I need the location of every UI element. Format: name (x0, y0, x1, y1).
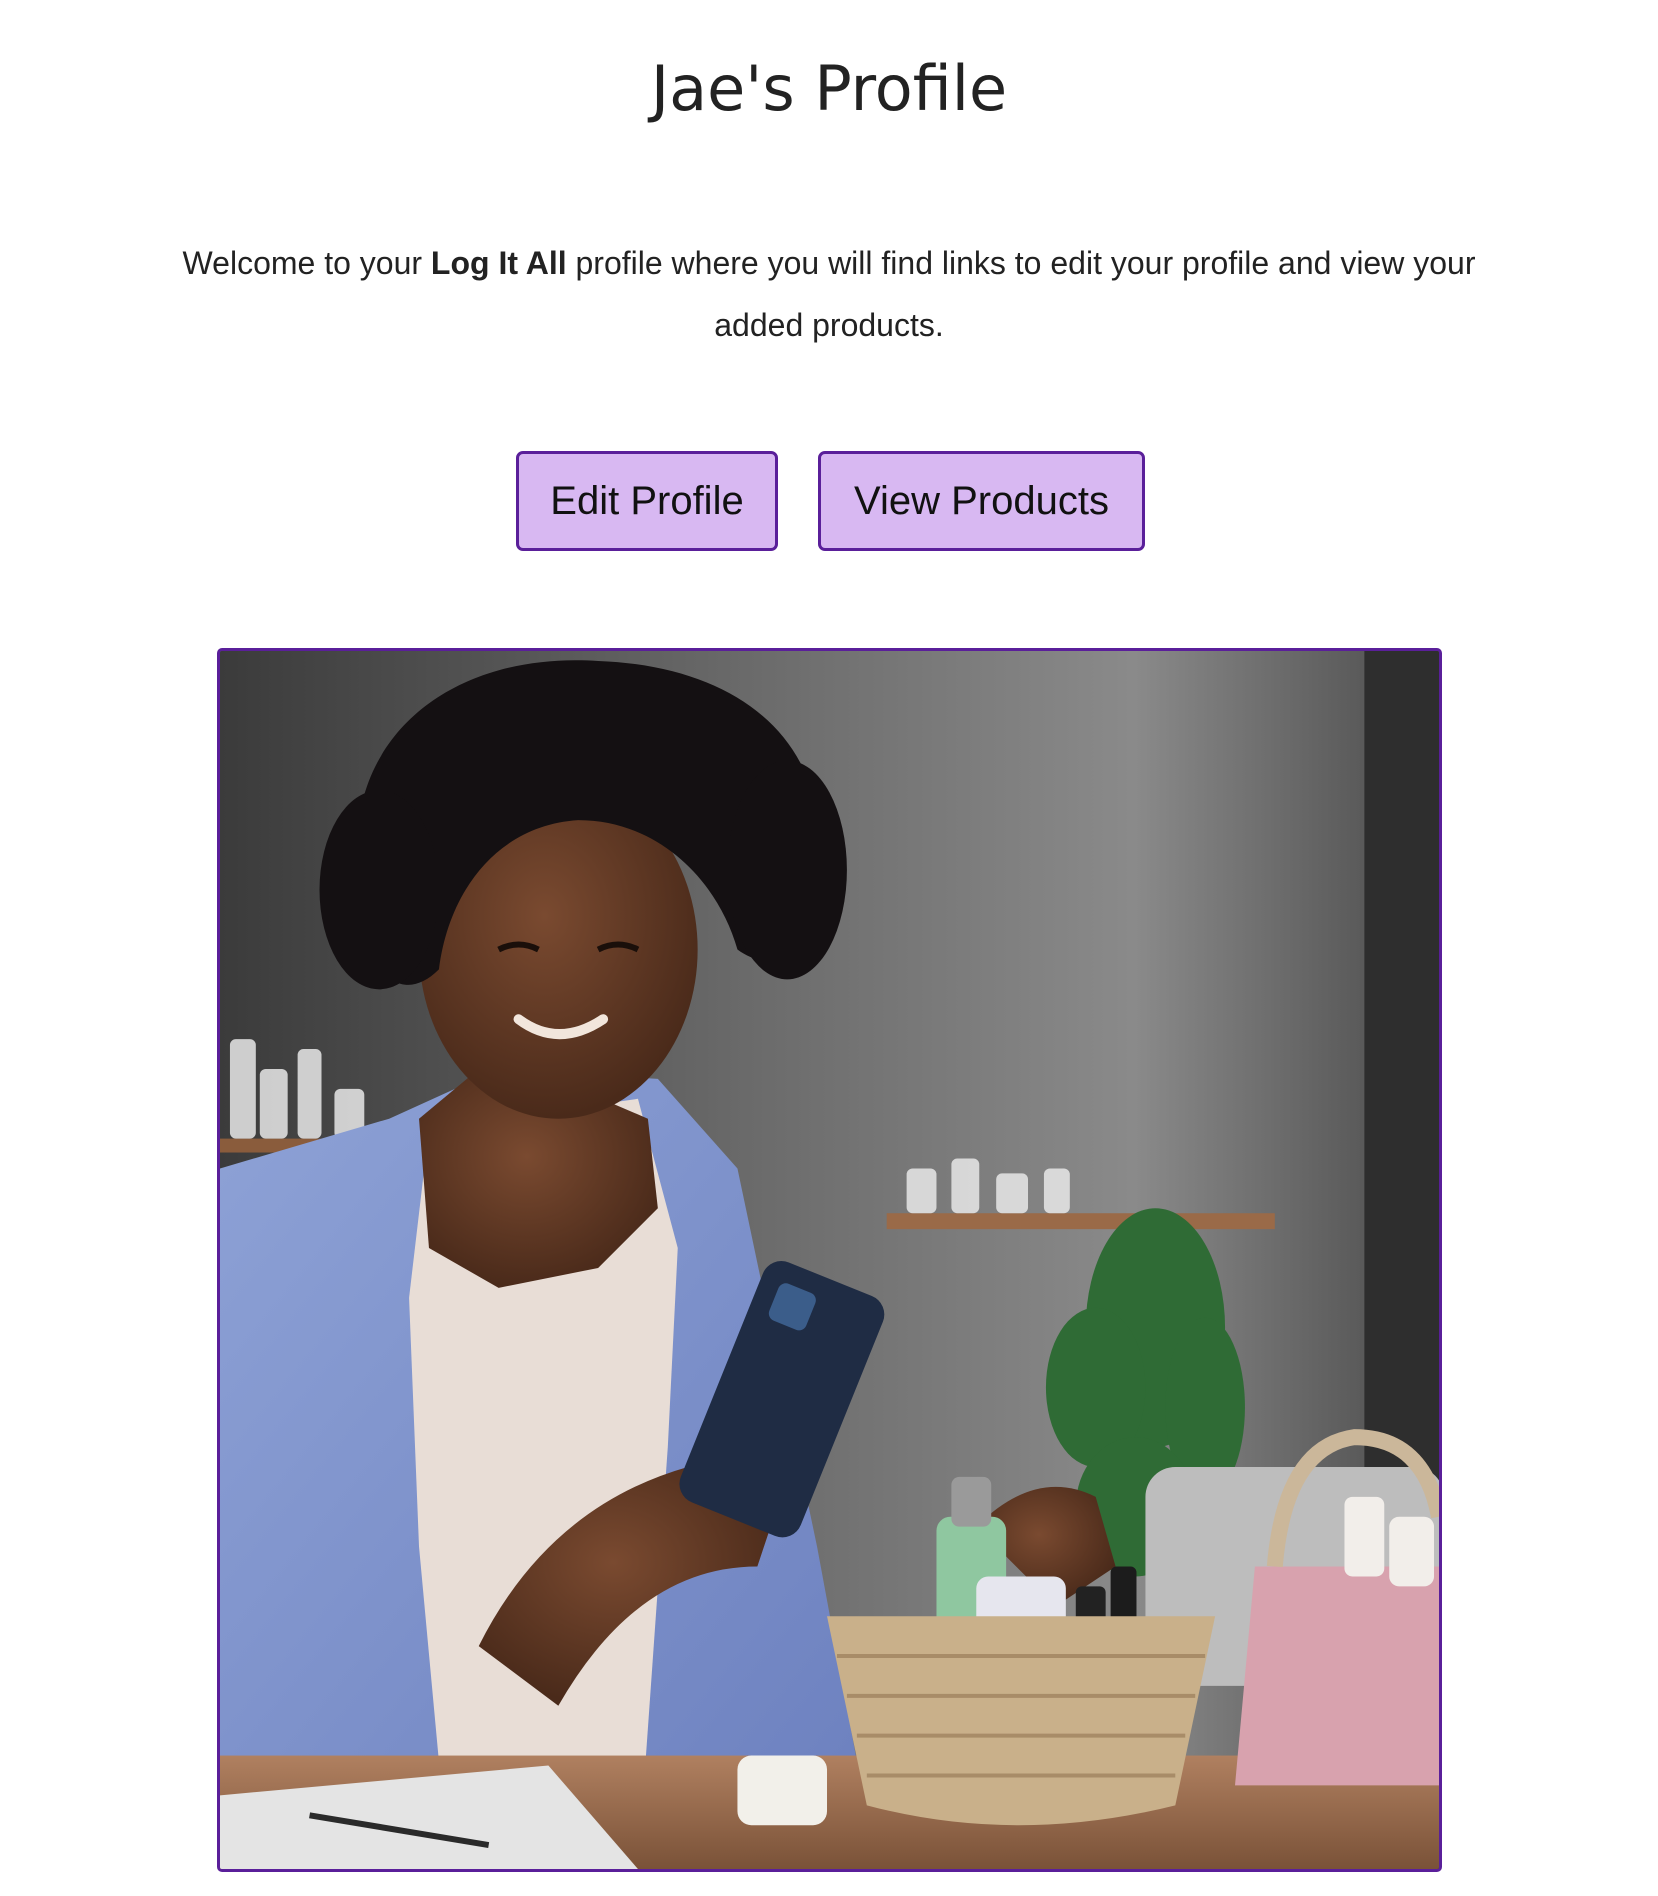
intro-brand: Log It All (430, 245, 567, 281)
hero-illustration (220, 651, 1439, 1869)
view-products-button[interactable]: View Products (818, 451, 1145, 551)
profile-page: Jae's Profile Welcome to your Log It All… (0, 0, 1658, 1896)
intro-text: Welcome to your Log It All profile where… (160, 232, 1498, 356)
edit-profile-button[interactable]: Edit Profile (516, 451, 778, 551)
page-title: Jae's Profile (650, 52, 1008, 125)
profile-hero-image (217, 648, 1442, 1872)
intro-prefix: Welcome to your (182, 245, 431, 281)
intro-suffix: profile where you will find links to edi… (566, 245, 1476, 343)
